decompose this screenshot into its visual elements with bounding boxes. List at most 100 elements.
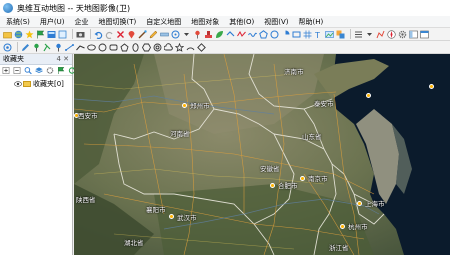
favorites-root-item[interactable]: 收藏夹[0] (0, 76, 72, 89)
search-icon[interactable] (24, 66, 32, 74)
leaf-icon[interactable] (215, 30, 224, 39)
globe-icon[interactable] (14, 30, 23, 39)
route-icon[interactable] (376, 30, 385, 39)
menu-help[interactable]: 帮助(H) (299, 17, 324, 27)
measure-icon[interactable] (65, 43, 74, 52)
oval-icon[interactable] (131, 42, 140, 52)
menu-system[interactable]: 系统(S) (6, 17, 30, 27)
city-marker-hefei[interactable] (270, 183, 275, 188)
compass-icon[interactable] (387, 29, 396, 39)
menu-other[interactable]: 其他(O) (229, 17, 254, 27)
favorites-panel-title: 收藏夹 (3, 55, 24, 63)
city-marker-wuhan[interactable] (169, 214, 174, 219)
menu-user[interactable]: 用户(U) (40, 17, 65, 27)
favorites-panel: 收藏夹 4 ✕ 收藏夹[0] (0, 54, 76, 255)
link-icon[interactable] (226, 30, 235, 39)
sea-marker[interactable] (429, 84, 434, 89)
menu-view[interactable]: 视图(V) (264, 17, 288, 27)
city-marker-nanjing[interactable] (300, 176, 305, 181)
ellipse-icon[interactable] (87, 43, 96, 52)
list-icon[interactable] (354, 30, 363, 39)
satellite-imagery[interactable] (74, 54, 450, 255)
menu-bar: 系统(S) 用户(U) 企业 地图切换(T) 自定义地图 地图对象 其他(O) … (0, 16, 450, 28)
circle-icon[interactable] (270, 30, 279, 39)
marker-icon[interactable] (127, 30, 136, 39)
rounded-rect-icon[interactable] (109, 43, 118, 52)
menu-enterprise[interactable]: 企业 (75, 17, 89, 27)
menu-custom-map[interactable]: 自定义地图 (146, 17, 181, 27)
wave-icon[interactable] (248, 30, 257, 39)
city-marker-zhengzhou[interactable] (182, 103, 187, 108)
favorites-panel-header: 收藏夹 4 ✕ (0, 54, 72, 65)
city-marker-hangzhou[interactable] (340, 224, 345, 229)
screenshot-icon[interactable] (76, 30, 85, 39)
folder-icon (23, 81, 31, 87)
island-marker[interactable] (366, 93, 371, 98)
arc-icon[interactable] (186, 43, 195, 52)
polygon-outline-icon[interactable] (120, 42, 129, 52)
panel-pin-close-buttons[interactable]: 4 ✕ (56, 55, 69, 63)
map-label-hubei: 湖北省 (124, 239, 144, 247)
zigzag-icon[interactable] (237, 30, 246, 39)
ring-icon[interactable] (153, 43, 162, 52)
hexagon-icon[interactable] (142, 43, 151, 52)
dropdown-arrow-icon[interactable] (365, 30, 374, 39)
map-label-nanjing: 南京市 (308, 175, 328, 183)
layers-icon[interactable] (47, 30, 56, 39)
polygon-icon[interactable] (259, 29, 268, 39)
diamond-icon[interactable] (197, 42, 206, 52)
delete-icon[interactable] (116, 30, 125, 39)
stamp-icon[interactable] (204, 30, 213, 39)
brush-icon[interactable] (138, 29, 147, 39)
green-pin-icon[interactable] (32, 43, 41, 52)
title-bar: 奥维互动地图 -- 天地图影像(卫) (0, 0, 450, 16)
cloud-icon[interactable] (164, 42, 173, 52)
rectangle-icon[interactable] (292, 30, 301, 39)
toolbar-separator (72, 29, 73, 39)
ruler-icon[interactable] (160, 30, 169, 39)
frame-icon[interactable] (58, 30, 67, 39)
map-label-shandong: 山东省 (302, 133, 322, 141)
overlay-icon[interactable] (336, 30, 345, 39)
flag-icon[interactable] (36, 30, 45, 39)
city-marker-shanghai[interactable] (357, 201, 362, 206)
target-icon[interactable] (171, 30, 180, 39)
text-icon[interactable]: T (314, 30, 323, 39)
map-label-anhui: 安徽省 (260, 165, 280, 173)
pencil-icon[interactable] (149, 30, 158, 39)
map-label-shanghai: 上海市 (365, 200, 385, 208)
sector-icon[interactable] (281, 30, 290, 39)
app-logo-icon (3, 3, 13, 13)
flag-icon[interactable] (57, 66, 65, 74)
pin-icon[interactable] (193, 30, 202, 39)
line-icon[interactable] (76, 43, 85, 52)
undo-icon[interactable] (94, 30, 103, 39)
dropdown-arrow-icon[interactable] (182, 30, 191, 39)
favorites-toolbar (0, 65, 76, 76)
collapse-icon[interactable] (13, 66, 21, 74)
star-icon[interactable] (25, 30, 34, 39)
pushpin-icon[interactable] (43, 43, 52, 52)
menu-map-objects[interactable]: 地图对象 (191, 17, 219, 27)
visibility-eye-icon[interactable] (14, 81, 22, 87)
edit-icon[interactable] (21, 43, 30, 52)
layers-icon[interactable] (35, 66, 43, 74)
circle-outline-icon[interactable] (98, 43, 107, 52)
gear-icon[interactable] (398, 30, 407, 39)
panel-icon[interactable] (409, 30, 418, 39)
locate-icon[interactable] (3, 43, 12, 52)
expand-icon[interactable] (2, 66, 10, 74)
map-label-wuhan: 武汉市 (177, 214, 197, 222)
star-outline-icon[interactable] (175, 42, 184, 52)
image-icon[interactable] (325, 30, 334, 39)
grid-icon[interactable] (303, 30, 312, 39)
settings-icon[interactable] (46, 66, 54, 74)
window-icon[interactable] (420, 30, 429, 39)
redo-icon[interactable] (105, 30, 114, 39)
map-view[interactable]: 济南市 泰安市 郑州市 西安市 河南省 山东省 安徽省 合肥市 南京市 武汉市 … (74, 54, 450, 255)
menu-map-switch[interactable]: 地图切换(T) (99, 17, 137, 27)
toolbar-separator (90, 29, 91, 39)
map-label-shanxi: 陕西省 (76, 196, 96, 204)
open-folder-icon[interactable] (3, 30, 12, 39)
blue-pin-icon[interactable] (54, 43, 63, 52)
